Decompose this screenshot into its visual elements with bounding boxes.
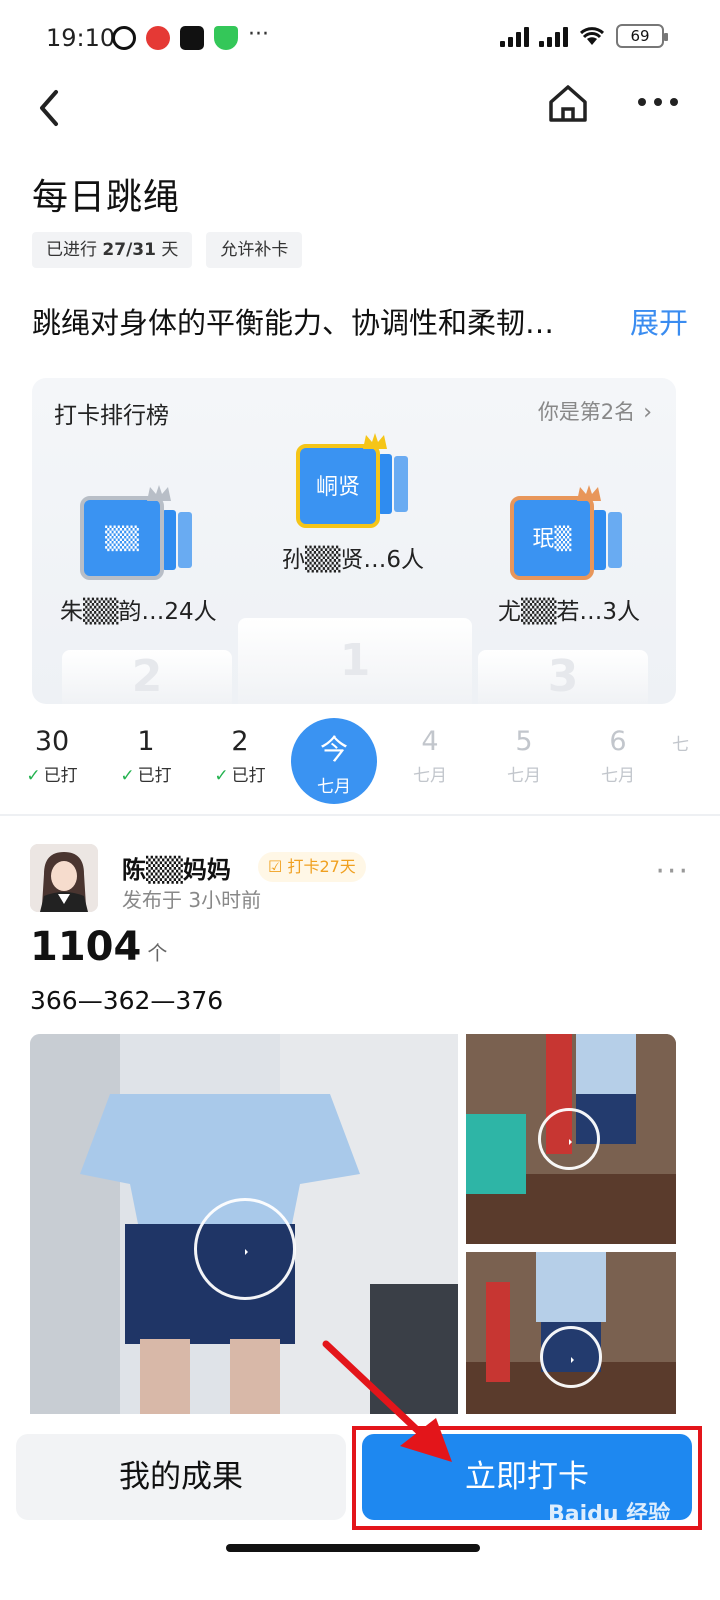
user-avatar-illustration xyxy=(30,844,98,912)
card-stack-decoration xyxy=(178,512,192,568)
status-bar: 19:10 ··· 69 xyxy=(0,0,720,78)
challenge-tags: 已进行 27/31 天 允许补卡 xyxy=(32,232,303,268)
top-navigation xyxy=(0,78,720,138)
date-item[interactable]: 4 七月 xyxy=(390,726,470,786)
status-time: 19:10 xyxy=(46,24,116,52)
post-more-icon[interactable]: ··· xyxy=(655,857,690,887)
podium-1: 1 xyxy=(238,618,472,704)
shield-icon xyxy=(214,26,238,50)
play-icon[interactable] xyxy=(194,1198,296,1300)
date-item[interactable]: 2 ✓ 已打 xyxy=(200,726,280,786)
more-notifications-icon: ··· xyxy=(248,22,269,47)
video-thumbnail-main[interactable] xyxy=(30,1034,458,1414)
check-icon: ✓ xyxy=(214,766,229,786)
more-options-icon[interactable] xyxy=(636,90,680,114)
alarm-icon xyxy=(112,26,136,50)
expand-link[interactable]: 展开 xyxy=(630,300,688,342)
rank-3-name: 尤▒▒若…3人 xyxy=(498,599,641,625)
date-item[interactable]: 6 七月 xyxy=(578,726,658,786)
video-thumbnail-3[interactable] xyxy=(466,1252,676,1414)
home-indicator[interactable] xyxy=(226,1544,480,1552)
streak-badge: ☑ 打卡27天 xyxy=(258,852,366,882)
podium-3: 3 xyxy=(478,650,648,704)
back-icon[interactable] xyxy=(30,84,70,132)
checkin-icon: ☑ xyxy=(268,857,283,876)
card-stack-decoration xyxy=(608,512,622,568)
signal-icon-1 xyxy=(500,25,529,47)
card-stack-decoration xyxy=(592,510,606,570)
post-avatar[interactable] xyxy=(30,844,98,912)
play-icon[interactable] xyxy=(540,1326,602,1388)
silver-crown-icon xyxy=(147,485,171,501)
my-results-button[interactable]: 我的成果 xyxy=(16,1434,346,1520)
progress-tag: 已进行 27/31 天 xyxy=(32,232,193,268)
date-item[interactable]: 七 xyxy=(672,726,720,755)
page-title: 每日跳绳 xyxy=(32,177,181,218)
bronze-crown-icon xyxy=(577,485,601,501)
check-icon: ✓ xyxy=(26,766,41,786)
signal-icon-2 xyxy=(539,25,568,47)
video-thumbnail-2[interactable] xyxy=(466,1034,676,1244)
check-icon: ✓ xyxy=(120,766,135,786)
baidu-watermark: Baidu 经验 xyxy=(548,1502,671,1527)
podium-2: 2 xyxy=(62,650,232,704)
date-today[interactable]: 今 七月 xyxy=(291,718,377,804)
gold-crown-icon xyxy=(363,433,387,449)
play-icon[interactable] xyxy=(538,1108,600,1170)
status-notification-icons: ··· xyxy=(112,22,269,50)
card-stack-decoration xyxy=(394,456,408,512)
rank-1-avatar[interactable]: 峒贤 xyxy=(296,444,380,528)
rank-2-name: 朱▒▒韵…24人 xyxy=(60,599,217,625)
battery-indicator: 69 xyxy=(616,24,668,48)
wifi-icon xyxy=(579,27,605,45)
challenge-description: 跳绳对身体的平衡能力、协调性和柔韧… 展开 xyxy=(32,300,688,342)
jump-count: 1104 个 xyxy=(30,924,168,970)
description-text: 跳绳对身体的平衡能力、协调性和柔韧… xyxy=(32,306,555,340)
home-icon[interactable] xyxy=(546,82,590,126)
date-item[interactable]: 1 ✓ 已打 xyxy=(106,726,186,786)
post-text: 366—362—376 xyxy=(30,986,224,1015)
card-stack-decoration xyxy=(378,454,392,514)
leaderboard-card[interactable]: 打卡排行榜 你是第2名 › 2 1 3 ▒▒ 朱▒▒韵…24人 峒贤 孙▒▒贤…6… xyxy=(32,378,676,704)
rank-2-avatar[interactable]: ▒▒ xyxy=(80,496,164,580)
app-notification-icon xyxy=(146,26,170,50)
chevron-right-icon: › xyxy=(643,400,652,425)
post-time: 发布于 3小时前 xyxy=(122,888,262,912)
post-username[interactable]: 陈▒▒妈妈 xyxy=(122,850,231,885)
makeup-tag: 允许补卡 xyxy=(206,232,303,268)
app-notification-icon-dark xyxy=(180,26,204,50)
card-stack-decoration xyxy=(162,510,176,570)
rank-3-avatar[interactable]: 珉▒ xyxy=(510,496,594,580)
date-item[interactable]: 5 七月 xyxy=(484,726,564,786)
rank-1-name: 孙▒▒贤…6人 xyxy=(282,547,425,573)
status-system-icons: 69 xyxy=(500,24,668,48)
date-item[interactable]: 30 ✓ 已打 xyxy=(12,726,92,786)
leaderboard-title: 打卡排行榜 xyxy=(54,403,169,429)
my-rank-link[interactable]: 你是第2名 › xyxy=(538,396,652,426)
